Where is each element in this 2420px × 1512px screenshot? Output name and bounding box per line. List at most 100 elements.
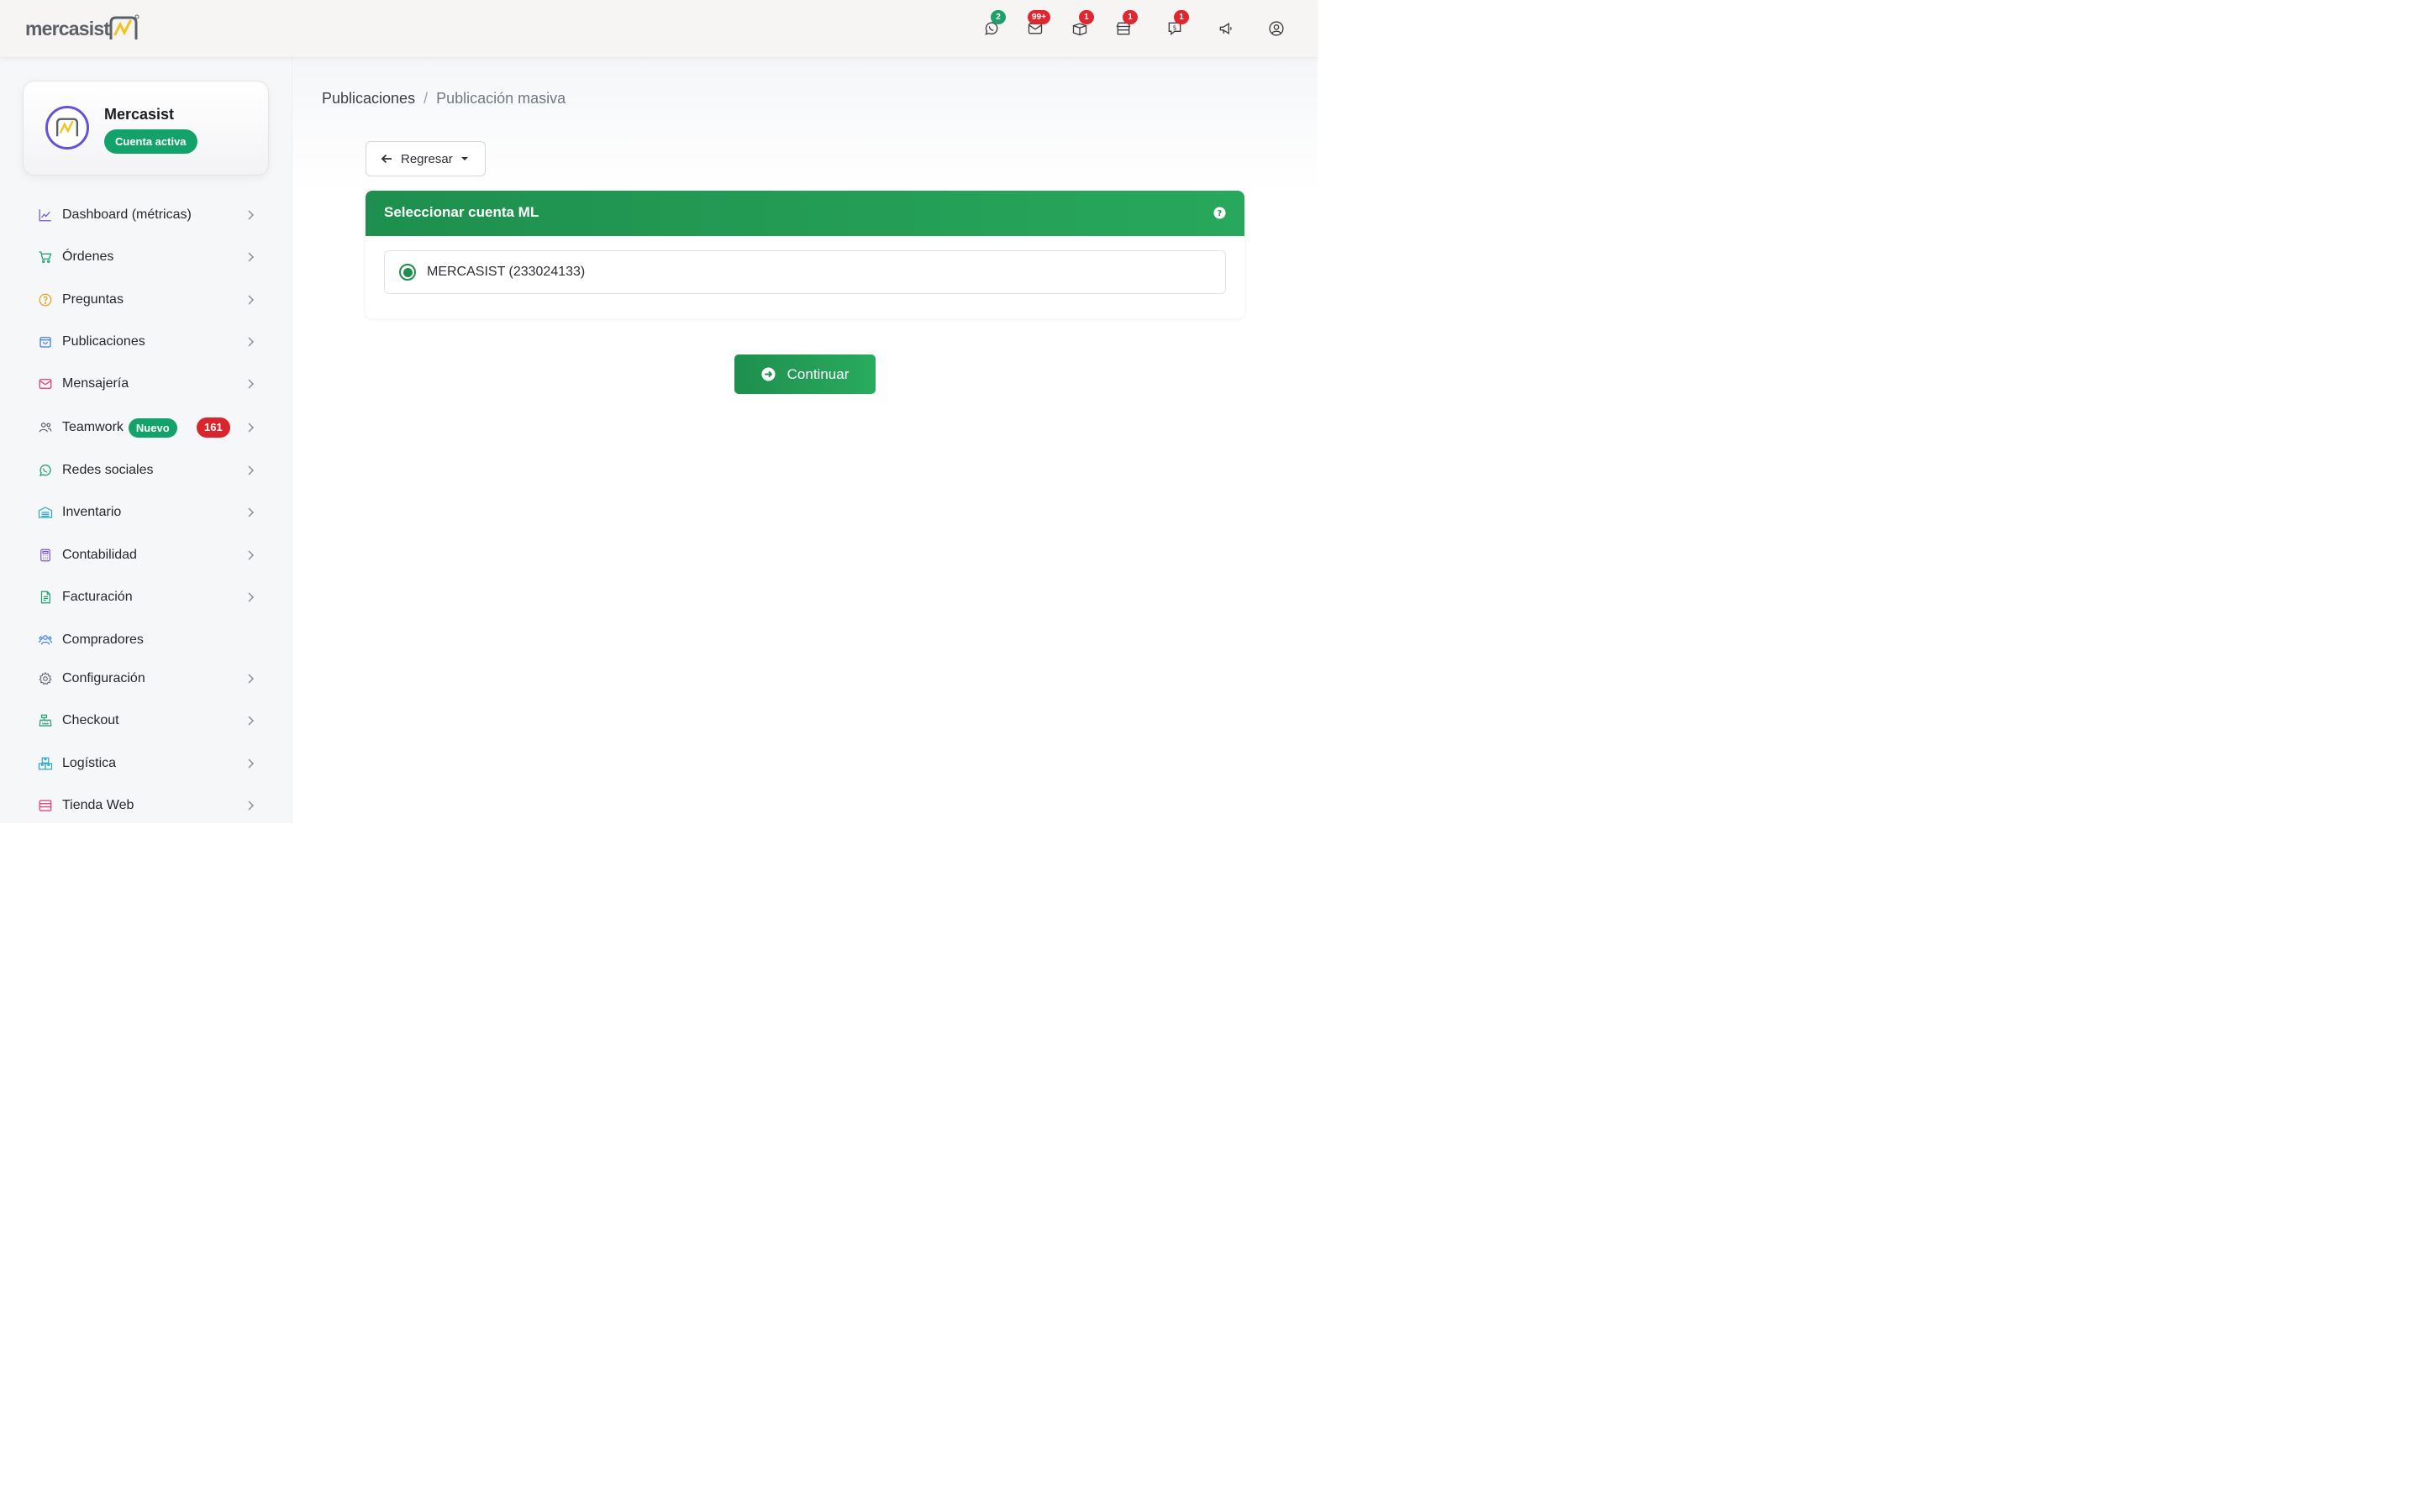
avatar[interactable] [45, 106, 89, 150]
status-badge: Cuenta activa [104, 129, 197, 154]
sidebar-item-compradores[interactable]: Compradores [37, 627, 257, 653]
sidebar-item-label: Compradores [62, 633, 144, 647]
sidebar-item-ordenes[interactable]: Órdenes [37, 244, 257, 270]
sidebar-item-label: Teamwork [62, 420, 124, 434]
radio-selected-dot [402, 267, 413, 277]
megaphone-icon[interactable] [1216, 18, 1236, 39]
sidebar-item-label: Facturación [62, 590, 133, 604]
card-title: Seleccionar cuenta ML [384, 204, 539, 220]
mercasist-logo[interactable]: mercasist [25, 12, 139, 45]
breadcrumb-current: Publicación masiva [436, 90, 566, 107]
invoice-icon [37, 589, 54, 606]
account-option[interactable]: MERCASIST (233024133) [384, 250, 1226, 294]
breadcrumb-separator: / [424, 90, 429, 107]
chevron-right-icon [248, 674, 255, 684]
sidebar-item-label: Dashboard (métricas) [62, 207, 192, 222]
shopping-bag-icon [37, 333, 54, 350]
sidebar-item-preguntas[interactable]: Preguntas [37, 287, 257, 312]
store-icon[interactable]: 1 [1113, 10, 1138, 39]
back-button[interactable]: Regresar [366, 141, 486, 176]
store-badge: 1 [1123, 10, 1138, 24]
chevron-right-icon [248, 507, 255, 517]
chevron-right-icon [248, 801, 255, 811]
profile-name: Mercasist [104, 106, 175, 123]
account-label: MERCASIST (233024133) [427, 265, 586, 279]
sidebar-item-label: Preguntas [62, 292, 124, 307]
back-button-label: Regresar [401, 151, 453, 166]
sidebar-item-label: Tienda Web [62, 798, 134, 812]
sidebar-item-configuracion[interactable]: Configuración [37, 666, 257, 691]
arrow-circle-right-icon [761, 367, 776, 381]
calculator-icon [37, 547, 54, 564]
continue-button-label: Continuar [786, 365, 850, 382]
sidebar-item-label: Órdenes [62, 249, 114, 264]
profile-card: Mercasist Cuenta activa [23, 81, 269, 176]
sidebar-item-publicaciones[interactable]: Publicaciones [37, 329, 257, 354]
sidebar-item-label: Inventario [62, 505, 122, 519]
package-icon[interactable]: 1 [1070, 10, 1094, 39]
cash-register-icon [37, 712, 54, 729]
gear-icon [37, 670, 54, 687]
chevron-right-icon [248, 295, 255, 305]
boxes-icon [37, 755, 54, 772]
warehouse-icon [37, 504, 54, 521]
chevron-right-icon [248, 759, 255, 769]
sidebar-item-dashboard[interactable]: Dashboard (métricas) [37, 202, 257, 228]
whatsapp-badge: 2 [991, 10, 1006, 24]
mail-icon[interactable]: 99+ [1025, 10, 1050, 39]
cart-icon [37, 249, 54, 265]
breadcrumb: Publicaciones / Publicación masiva [322, 90, 566, 108]
money-message-icon[interactable]: $ 1 [1165, 10, 1189, 39]
chevron-right-icon [248, 210, 255, 220]
arrow-left-icon [381, 154, 392, 164]
mail-badge: 99+ [1028, 10, 1050, 24]
whatsapp-icon[interactable]: 2 [981, 10, 1006, 39]
continue-button[interactable]: Continuar [734, 354, 876, 394]
help-icon[interactable]: ? [1213, 207, 1226, 219]
chevron-right-icon [248, 337, 255, 347]
sidebar-item-checkout[interactable]: Checkout [37, 708, 257, 733]
sidebar-item-label: Publicaciones [62, 334, 145, 349]
select-account-card: Seleccionar cuenta ML ? MERCASIST (23302… [366, 191, 1244, 318]
card-header: Seleccionar cuenta ML ? [366, 191, 1244, 236]
sidebar-item-contabilidad[interactable]: Contabilidad [37, 543, 257, 568]
chart-line-icon [37, 207, 54, 223]
chevron-right-icon [248, 465, 255, 475]
sidebar-item-mensajeria[interactable]: Mensajería [37, 371, 257, 396]
sidebar-item-tienda-web[interactable]: Tienda Web [37, 793, 257, 818]
sidebar: Mercasist Cuenta activa Dashboard (métri… [0, 58, 292, 823]
sidebar-item-facturacion[interactable]: Facturación [37, 585, 257, 610]
chevron-right-icon [248, 550, 255, 560]
sidebar-item-label: Redes sociales [62, 463, 154, 477]
sidebar-item-logistica[interactable]: Logística [37, 751, 257, 776]
web-store-icon [37, 797, 54, 814]
account-radio[interactable] [399, 264, 416, 281]
envelope-icon [37, 375, 54, 392]
money-message-badge: 1 [1174, 10, 1189, 24]
sidebar-item-label: Mensajería [62, 376, 129, 391]
chevron-right-icon [248, 379, 255, 389]
chevron-right-icon [248, 716, 255, 726]
count-badge: 161 [197, 417, 230, 438]
logo-mark-icon [55, 118, 79, 137]
svg-text:$: $ [1173, 24, 1177, 31]
sidebar-item-label: Contabilidad [62, 548, 137, 562]
sidebar-item-label: Logística [62, 756, 117, 770]
logo-mark-icon [109, 14, 139, 39]
top-bar: mercasist 2 99+ 1 1 $ 1 [0, 0, 1318, 58]
svg-text:?: ? [1218, 209, 1222, 218]
breadcrumb-publicaciones[interactable]: Publicaciones [322, 90, 415, 108]
question-circle-icon [37, 291, 54, 308]
sidebar-item-inventario[interactable]: Inventario [37, 500, 257, 525]
chevron-right-icon [248, 423, 255, 433]
sidebar-item-teamwork[interactable]: Teamwork Nuevo 161 [37, 415, 257, 440]
new-badge: Nuevo [128, 417, 177, 438]
sidebar-item-redes-sociales[interactable]: Redes sociales [37, 458, 257, 483]
whatsapp-icon [37, 462, 54, 479]
caret-down-icon [460, 157, 468, 160]
logo-text: mercasist [25, 17, 110, 39]
sidebar-item-label: Checkout [62, 713, 119, 727]
buyers-icon [37, 632, 54, 648]
chevron-right-icon [248, 252, 255, 262]
user-circle-icon[interactable] [1266, 18, 1286, 39]
